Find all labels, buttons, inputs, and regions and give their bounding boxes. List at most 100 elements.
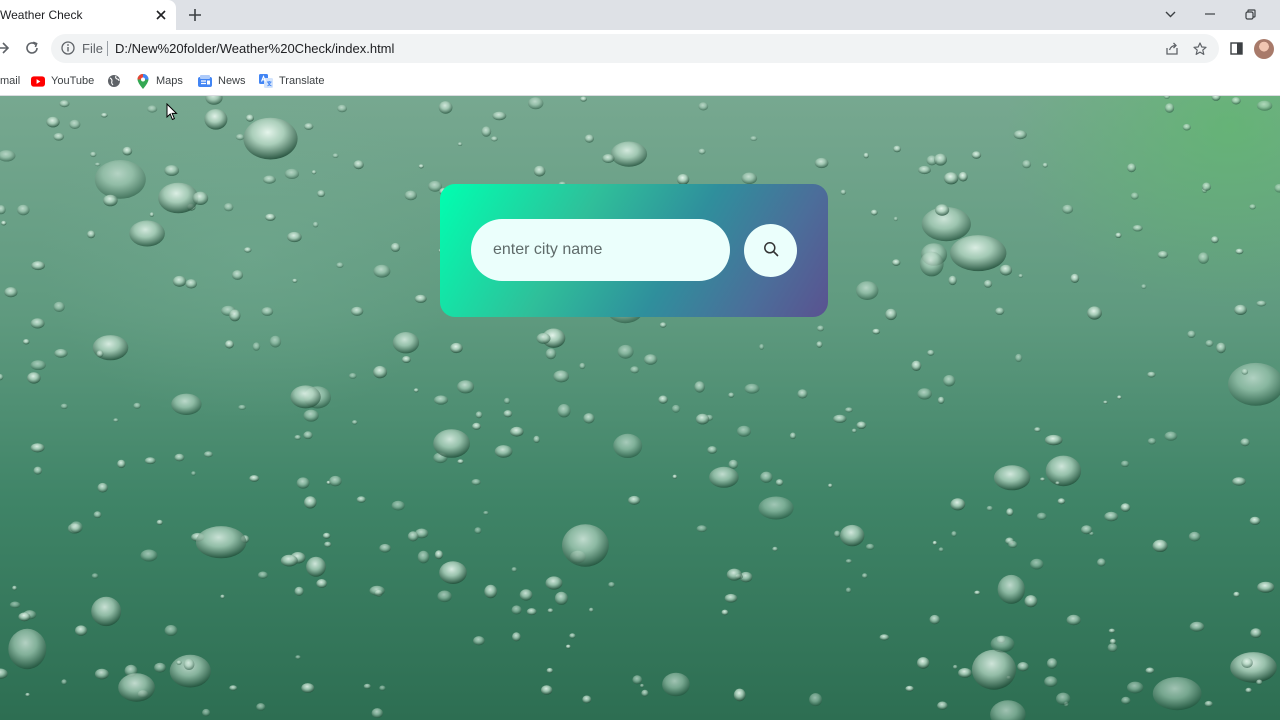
raindrop — [156, 519, 163, 525]
raindrop — [353, 160, 364, 170]
reload-icon[interactable] — [23, 39, 41, 57]
raindrop — [373, 264, 391, 278]
bookmark-maps[interactable]: Maps — [136, 73, 183, 89]
minimize-icon[interactable] — [1200, 5, 1220, 23]
search-button[interactable] — [744, 224, 797, 277]
url-text[interactable]: D:/New%20folder/Weather%20Check/index.ht… — [115, 41, 394, 56]
raindrop — [329, 475, 342, 487]
raindrop — [140, 549, 158, 562]
raindrop — [1250, 628, 1262, 638]
raindrop — [144, 457, 156, 465]
raindrop — [1056, 692, 1071, 705]
raindrop — [744, 383, 760, 394]
raindrop — [147, 105, 158, 113]
raindrop — [617, 344, 634, 359]
raindrop — [546, 667, 553, 674]
address-bar[interactable]: File D:/New%20folder/Weather%20Check/ind… — [51, 34, 1219, 63]
bookmark-news[interactable]: News — [198, 73, 246, 89]
raindrop — [696, 525, 707, 533]
info-icon[interactable] — [61, 41, 75, 55]
avatar[interactable] — [1254, 39, 1274, 59]
star-icon[interactable] — [1192, 41, 1207, 56]
raindrop — [191, 471, 196, 476]
raindrop — [434, 550, 443, 560]
raindrop — [905, 685, 914, 692]
raindrop — [317, 190, 326, 198]
raindrop — [61, 679, 67, 685]
raindrop — [336, 262, 344, 268]
raindrop — [728, 392, 735, 398]
raindrop — [990, 700, 1026, 720]
raindrop — [280, 554, 298, 567]
raindrop — [284, 168, 300, 179]
raindrop — [9, 601, 21, 609]
raindrop — [1, 220, 7, 226]
bookmark-translate[interactable]: Translate — [259, 73, 324, 89]
raindrop — [53, 301, 65, 312]
raindrop — [938, 547, 944, 552]
chevron-down-icon[interactable] — [1160, 5, 1180, 23]
raindrop — [775, 479, 784, 486]
security-label: File — [82, 41, 103, 56]
raindrop — [918, 165, 931, 175]
raindrop — [118, 673, 155, 702]
restore-icon[interactable] — [1240, 5, 1260, 23]
raindrop — [1103, 400, 1108, 404]
raindrop — [185, 279, 197, 289]
browser-tab[interactable]: Weather Check — [0, 0, 176, 30]
raindrop — [1127, 681, 1144, 694]
raindrop — [238, 404, 247, 410]
raindrop — [1256, 679, 1263, 685]
forward-arrow-icon[interactable] — [0, 39, 12, 57]
raindrop — [257, 571, 268, 579]
raindrop — [483, 511, 489, 515]
tab-title: Weather Check — [0, 8, 83, 22]
raindrop — [840, 189, 847, 195]
raindrop — [724, 593, 738, 603]
raindrop — [294, 435, 302, 440]
raindrop — [100, 112, 108, 118]
raindrop — [202, 708, 211, 717]
raindrop — [261, 307, 274, 316]
raindrop — [450, 342, 463, 354]
raindrop — [337, 104, 348, 113]
raindrop — [1274, 183, 1280, 193]
city-search-input[interactable] — [471, 219, 730, 281]
raindrop — [865, 543, 875, 550]
raindrop — [554, 591, 568, 605]
raindrop — [287, 231, 302, 243]
raindrop — [885, 308, 897, 321]
raindrop — [1066, 614, 1081, 626]
bookmark-gmail[interactable]: mail — [0, 73, 20, 89]
raindrop — [1201, 182, 1212, 191]
maps-icon — [136, 73, 150, 89]
raindrop — [1024, 595, 1038, 608]
raindrop — [69, 521, 83, 533]
side-panel-icon[interactable] — [1227, 39, 1245, 57]
bookmark-label: Maps — [156, 75, 183, 87]
raindrop — [927, 349, 935, 356]
raindrop — [472, 422, 481, 430]
share-icon[interactable] — [1164, 41, 1179, 56]
raindrop — [243, 247, 252, 253]
bookmark-youtube[interactable]: YouTube — [31, 73, 94, 89]
raindrop — [30, 360, 46, 370]
raindrop — [995, 307, 1005, 315]
raindrop — [533, 165, 546, 177]
raindrop — [1017, 662, 1029, 672]
plus-icon[interactable] — [186, 6, 204, 24]
raindrop — [481, 126, 492, 137]
raindrop — [18, 612, 31, 622]
raindrop — [231, 270, 244, 280]
raindrop — [1036, 512, 1047, 520]
close-icon[interactable] — [153, 7, 169, 23]
raindrop — [698, 102, 709, 111]
raindrop — [512, 632, 521, 642]
raindrop — [25, 692, 30, 697]
bookmark-globe[interactable] — [107, 73, 121, 89]
raindrop — [526, 608, 537, 616]
raindrop — [1055, 481, 1060, 485]
raindrop — [750, 136, 758, 141]
raindrop — [971, 151, 982, 159]
raindrop — [304, 496, 317, 509]
